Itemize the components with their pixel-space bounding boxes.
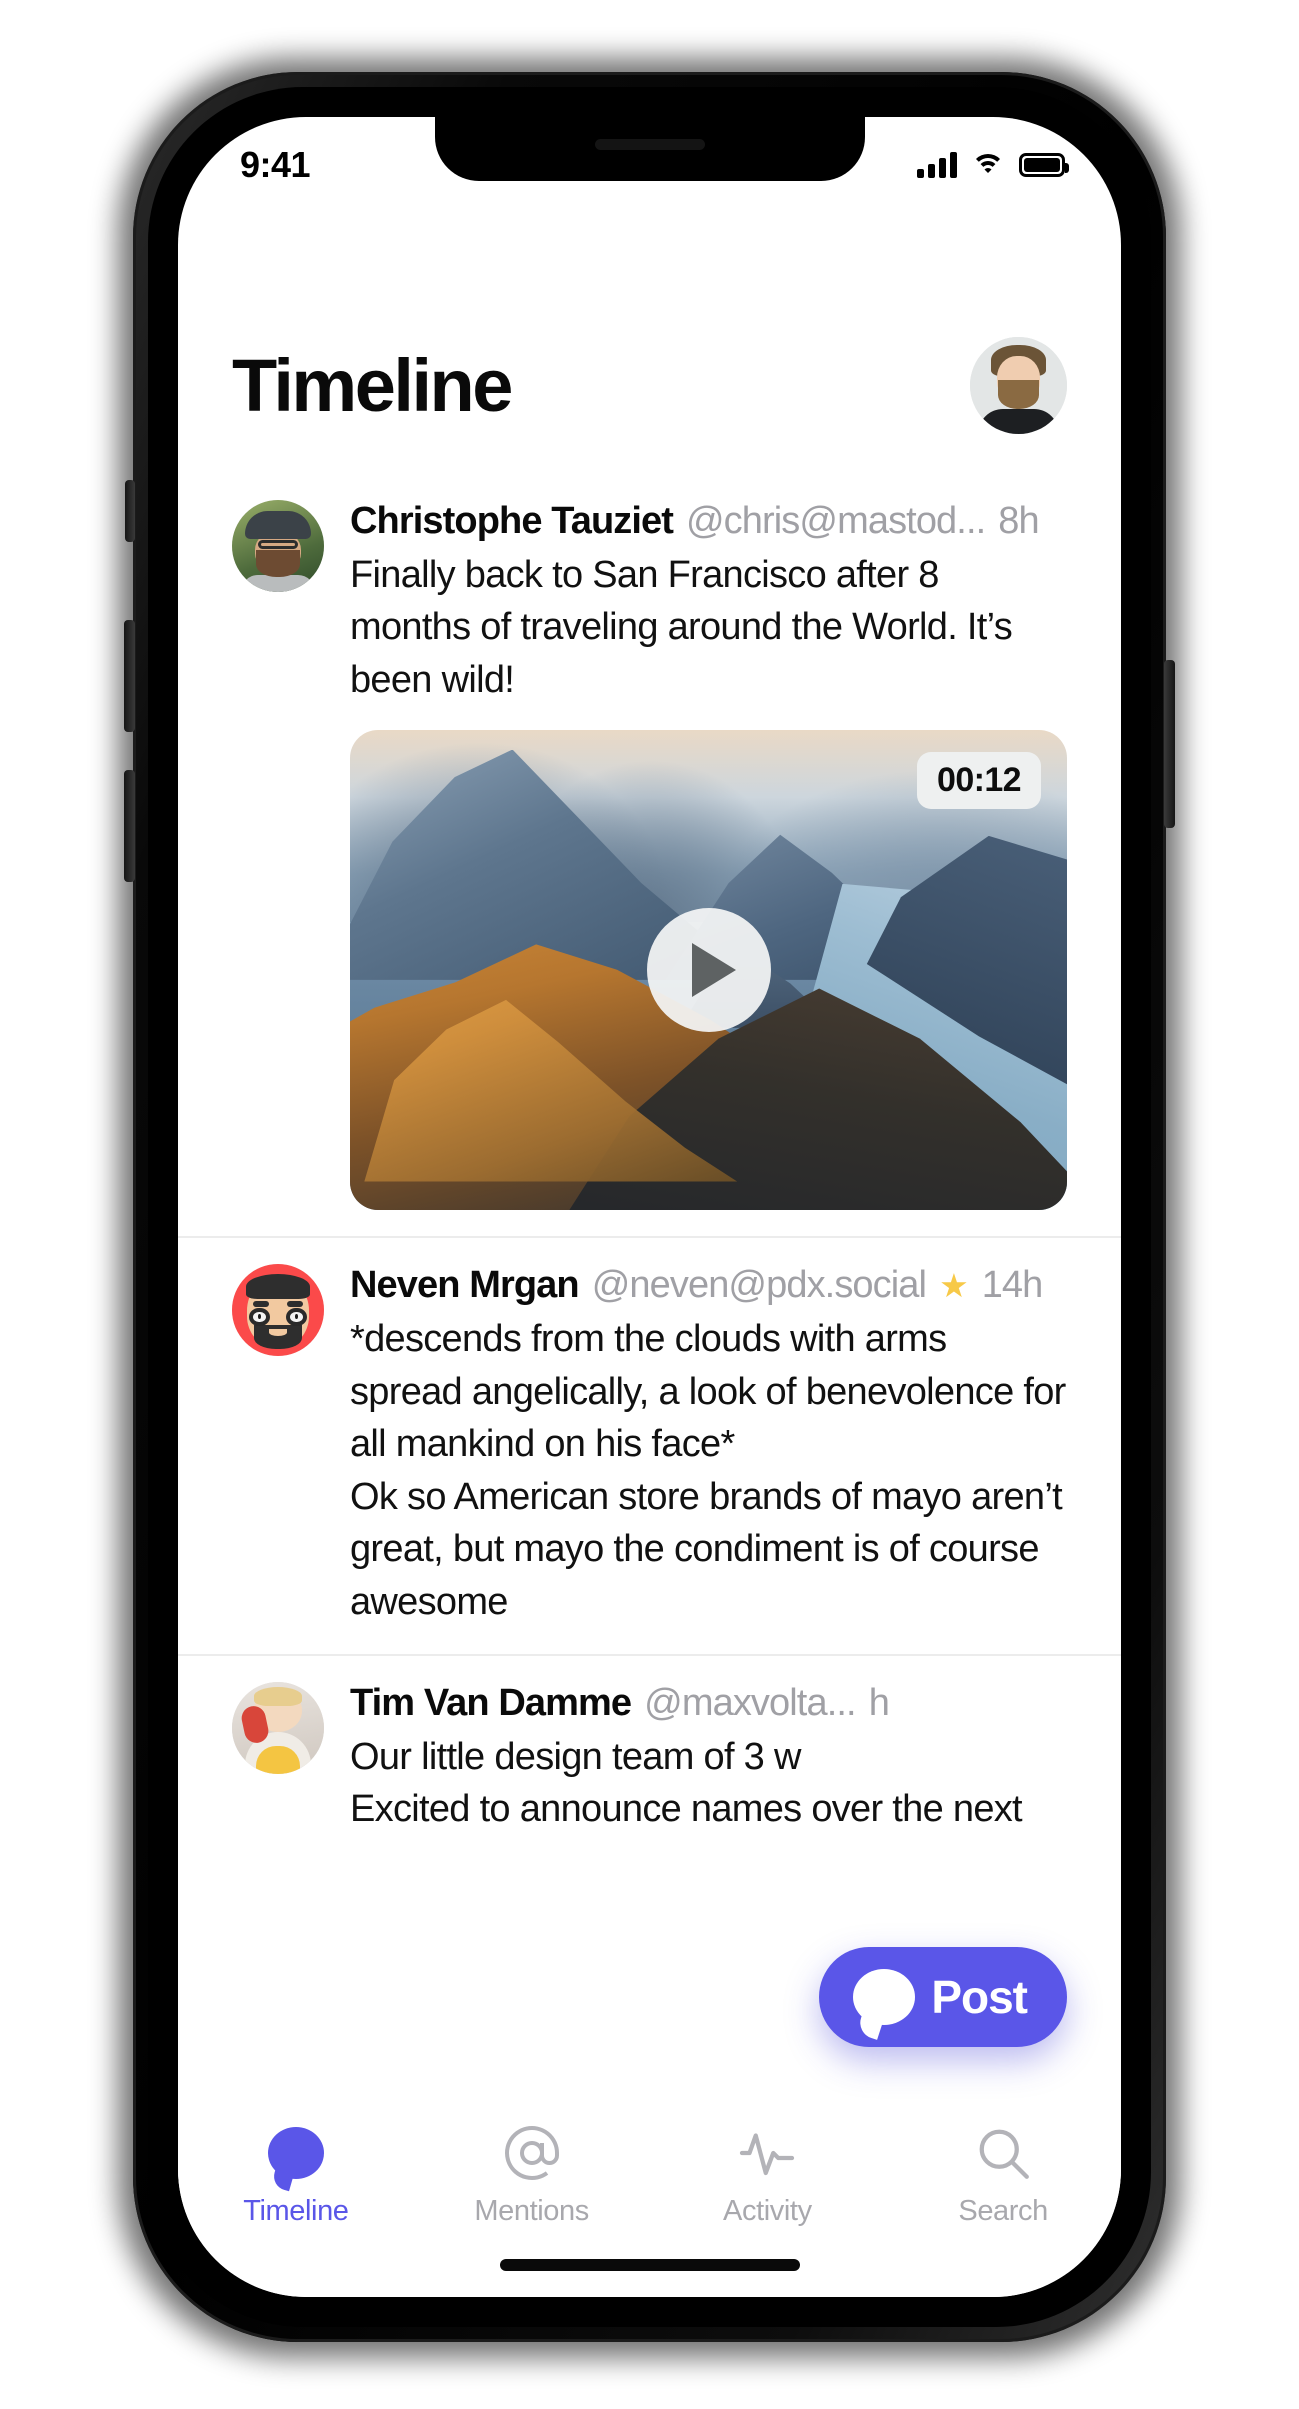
tab-label: Activity	[723, 2195, 812, 2227]
battery-icon	[1019, 153, 1069, 177]
post-header: Neven Mrgan @neven@pdx.social ★ 14h	[350, 1264, 1067, 1307]
display-notch	[434, 117, 865, 181]
tab-search[interactable]: Search	[913, 2121, 1093, 2228]
post-timestamp: 14h	[981, 1264, 1044, 1307]
post-author-handle[interactable]: @chris@mastod...	[686, 500, 985, 543]
status-icon-group	[917, 152, 1069, 178]
compose-post-label: Post	[931, 1971, 1028, 2023]
post-timestamp: 8h	[998, 500, 1039, 542]
avatar[interactable]	[232, 500, 324, 592]
post-item[interactable]: Neven Mrgan @neven@pdx.social ★ 14h *des…	[178, 1238, 1121, 1656]
video-duration-badge: 00:12	[917, 752, 1041, 810]
post-timestamp: h	[868, 1681, 890, 1724]
tab-mentions[interactable]: Mentions	[442, 2121, 622, 2228]
post-author-name[interactable]: Tim Van Damme	[350, 1682, 632, 1725]
post-author-handle[interactable]: @neven@pdx.social	[592, 1264, 926, 1307]
profile-avatar[interactable]	[970, 337, 1067, 434]
post-text: Finally back to San Francisco after 8 mo…	[350, 554, 1013, 701]
post-author-name[interactable]: Neven Mrgan	[350, 1264, 580, 1307]
speech-bubble-icon	[853, 1969, 916, 2025]
compose-post-button[interactable]: Post	[819, 1947, 1067, 2047]
speech-bubble-icon	[267, 2121, 324, 2185]
cellular-signal-icon	[917, 152, 957, 178]
pulse-icon	[736, 2121, 798, 2185]
page-title: Timeline	[232, 343, 513, 427]
post-body: Tim Van Damme @maxvolta... h Our little …	[350, 1682, 1067, 1836]
home-indicator[interactable]	[499, 2259, 800, 2271]
avatar[interactable]	[232, 1681, 324, 1774]
power-button[interactable]	[1164, 660, 1175, 828]
star-icon: ★	[939, 1267, 969, 1305]
post-body: Neven Mrgan @neven@pdx.social ★ 14h *des…	[350, 1264, 1067, 1628]
status-time: 9:41	[240, 144, 311, 185]
timeline-feed: Christophe Tauziet @chris@mastod... 8h F…	[178, 474, 1121, 1862]
post-header: Christophe Tauziet @chris@mastod... 8h	[350, 500, 1067, 543]
volume-down-button[interactable]	[124, 770, 135, 882]
magnifier-icon	[973, 2121, 1033, 2185]
post-text: Our little design team of 3 w Excited to…	[350, 1735, 1023, 1831]
post-item[interactable]: Christophe Tauziet @chris@mastod... 8h F…	[178, 474, 1121, 1239]
tab-timeline[interactable]: Timeline	[206, 2121, 386, 2228]
at-sign-icon	[502, 2121, 562, 2185]
post-header: Tim Van Damme @maxvolta... h	[350, 1682, 1067, 1725]
post-text: *descends from the clouds with arms spre…	[350, 1318, 1066, 1623]
volume-up-button[interactable]	[124, 620, 135, 732]
post-body: Christophe Tauziet @chris@mastod... 8h F…	[350, 500, 1067, 1211]
post-item[interactable]: Tim Van Damme @maxvolta... h Our little …	[178, 1656, 1121, 1862]
post-author-name[interactable]: Christophe Tauziet	[350, 500, 674, 543]
phone-screen: 9:41 Timeline Christophe Tauziet @chris@…	[178, 117, 1121, 2297]
mute-switch[interactable]	[125, 480, 135, 542]
avatar[interactable]	[232, 1264, 324, 1357]
earpiece-speaker	[594, 139, 705, 150]
tab-label: Mentions	[474, 2195, 589, 2227]
post-video-thumbnail[interactable]: 00:12	[350, 730, 1067, 1211]
tab-label: Search	[958, 2195, 1048, 2227]
tab-label: Timeline	[243, 2195, 349, 2227]
play-icon[interactable]	[646, 908, 771, 1033]
wifi-icon	[971, 152, 1005, 178]
tab-activity[interactable]: Activity	[677, 2121, 857, 2228]
screenshot-canvas: 9:41 Timeline Christophe Tauziet @chris@…	[0, 0, 1299, 2409]
post-author-handle[interactable]: @maxvolta...	[644, 1682, 856, 1725]
